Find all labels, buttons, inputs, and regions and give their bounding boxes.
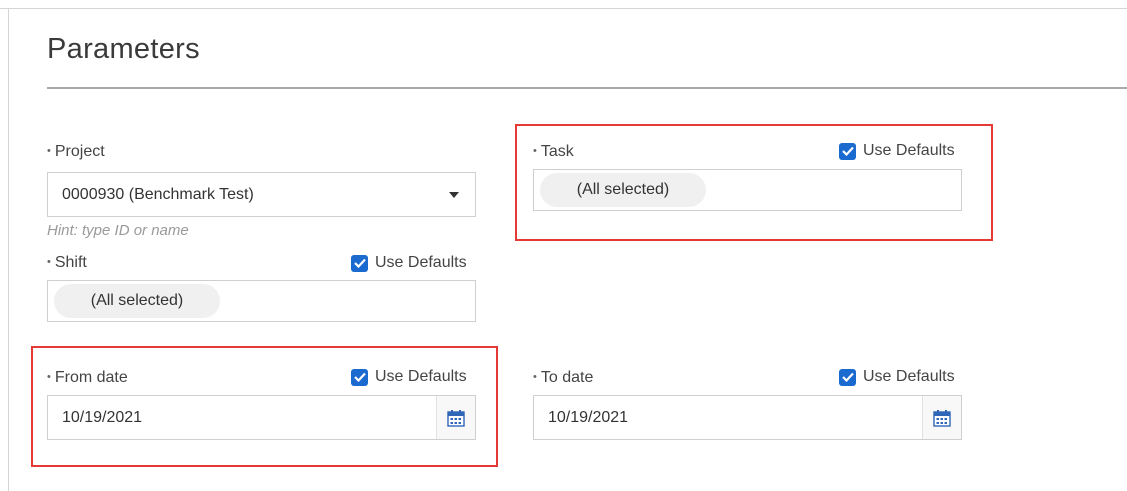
shift-selected-chip[interactable]: (All selected) — [54, 284, 220, 318]
panel-top-border — [0, 8, 1127, 9]
task-selected-chip[interactable]: (All selected) — [540, 173, 706, 207]
checkbox-checked-icon[interactable] — [351, 254, 368, 272]
to-date-use-defaults[interactable]: Use Defaults — [839, 368, 955, 386]
required-marker: • — [47, 145, 51, 157]
to-date-input[interactable]: 10/19/2021 — [533, 395, 962, 440]
panel-left-border — [8, 8, 9, 491]
checkbox-checked-icon[interactable] — [839, 368, 856, 386]
shift-use-defaults-label: Use Defaults — [375, 254, 467, 271]
to-date-label-text: To date — [540, 369, 594, 386]
from-date-input[interactable]: 10/19/2021 — [47, 395, 476, 440]
from-date-use-defaults[interactable]: Use Defaults — [351, 368, 467, 386]
project-hint: Hint: type ID or name — [47, 222, 189, 239]
calendar-icon[interactable] — [436, 396, 475, 439]
to-date-value[interactable]: 10/19/2021 — [548, 409, 628, 427]
shift-use-defaults[interactable]: Use Defaults — [351, 254, 467, 272]
project-label: • Project — [47, 143, 105, 161]
project-select-value: 0000930 (Benchmark Test) — [62, 185, 254, 203]
from-date-value[interactable]: 10/19/2021 — [62, 409, 142, 427]
task-multiselect[interactable]: (All selected) — [533, 169, 962, 211]
checkbox-checked-icon[interactable] — [839, 142, 856, 160]
required-marker: • — [47, 256, 51, 268]
required-marker: • — [47, 371, 51, 383]
project-label-text: Project — [54, 143, 105, 160]
shift-label-text: Shift — [54, 254, 87, 271]
page-title: Parameters — [47, 33, 200, 65]
required-marker: • — [533, 371, 537, 383]
title-divider — [47, 87, 1127, 89]
caret-down-icon[interactable] — [449, 191, 459, 198]
task-use-defaults[interactable]: Use Defaults — [839, 142, 955, 160]
task-label: • Task — [533, 143, 574, 161]
required-marker: • — [533, 145, 537, 157]
project-select[interactable]: 0000930 (Benchmark Test) — [47, 172, 476, 217]
from-date-use-defaults-label: Use Defaults — [375, 368, 467, 385]
calendar-icon[interactable] — [922, 396, 961, 439]
from-date-label-text: From date — [54, 369, 128, 386]
shift-multiselect[interactable]: (All selected) — [47, 280, 476, 322]
to-date-use-defaults-label: Use Defaults — [863, 368, 955, 385]
from-date-label: • From date — [47, 369, 128, 387]
task-label-text: Task — [540, 143, 574, 160]
shift-label: • Shift — [47, 254, 87, 272]
task-use-defaults-label: Use Defaults — [863, 142, 955, 159]
to-date-label: • To date — [533, 369, 593, 387]
checkbox-checked-icon[interactable] — [351, 368, 368, 386]
